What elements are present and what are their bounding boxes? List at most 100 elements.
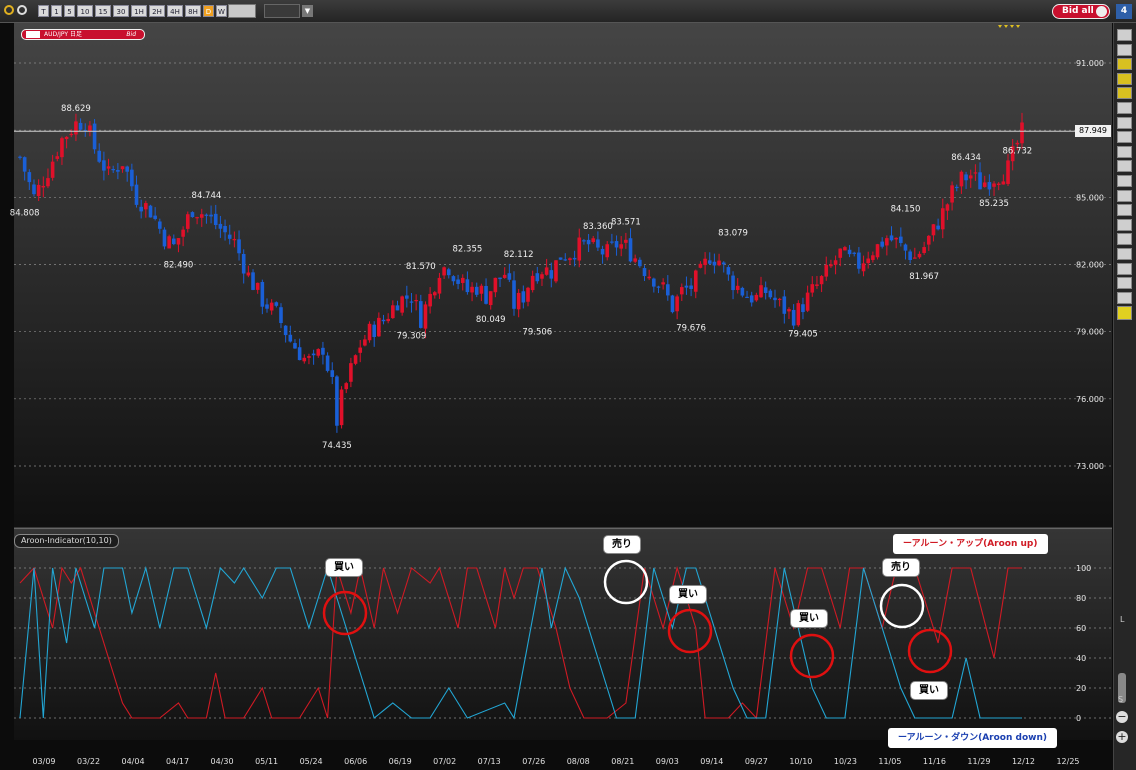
scale-l-icon[interactable]: L [1120, 615, 1124, 624]
tab-number-badge[interactable]: 4 [1116, 4, 1132, 19]
drawing-tool-button[interactable] [1117, 233, 1132, 246]
drawing-tool-button[interactable] [1117, 160, 1132, 173]
candle-body [582, 240, 586, 242]
candle-body [316, 349, 321, 356]
date-tick-label: 10/10 [789, 757, 812, 766]
candle-body [787, 309, 791, 312]
candle-body [46, 178, 50, 187]
candle-body [815, 284, 819, 286]
drawing-tool-button[interactable] [1117, 43, 1132, 56]
drawing-tool-button[interactable] [1117, 204, 1132, 217]
drawing-tool-button[interactable] [1117, 131, 1132, 144]
candle-body [605, 244, 610, 258]
candle-body [36, 184, 41, 197]
drawing-tool-button[interactable] [1117, 277, 1132, 290]
scale-s-icon[interactable]: S [1118, 695, 1123, 704]
candle-body [777, 298, 782, 301]
candle-body [656, 286, 661, 288]
drawing-tool-button[interactable] [1117, 58, 1132, 71]
date-tick-label: 06/19 [389, 757, 412, 766]
candle-body [824, 264, 829, 277]
candle-body [88, 125, 92, 132]
candle-body [796, 303, 801, 326]
candle-body [311, 353, 316, 356]
drawing-tool-button[interactable] [1117, 87, 1132, 100]
drawing-tool-button[interactable] [1117, 291, 1132, 304]
candle-body [470, 286, 474, 293]
candle-body [381, 319, 386, 322]
candle-body [125, 166, 129, 172]
instrument-label[interactable]: AUD/JPY 日足 Bid [21, 29, 145, 40]
indicator-label[interactable]: Aroon-Indicator(10,10) [14, 534, 119, 548]
candle-body [754, 294, 759, 301]
drawing-tool-button[interactable] [1117, 145, 1132, 158]
zoom-out-icon[interactable]: − [1116, 711, 1128, 723]
candle-body [363, 339, 367, 346]
drawing-tool-button[interactable] [1117, 248, 1132, 260]
candle-body [181, 229, 185, 237]
candle-body [833, 260, 838, 265]
price-label: 82.490 [164, 261, 194, 271]
candle-body [241, 253, 246, 274]
candle-body [171, 238, 176, 245]
candle-body [880, 241, 884, 247]
candle-body [512, 280, 516, 309]
candle-body [791, 309, 796, 326]
candle-body [978, 172, 982, 190]
date-tick-label: 03/22 [77, 757, 100, 766]
indicator-tick-label: 0 [1076, 714, 1081, 723]
date-tick-label: 07/13 [478, 757, 501, 766]
candle-body [223, 225, 227, 233]
candle-body [829, 264, 833, 267]
date-tick-label: 04/30 [211, 757, 234, 766]
candle-body [358, 347, 363, 353]
drawing-tool-button[interactable] [1117, 262, 1132, 275]
price-and-indicator-chart: 73.000 76.000 79.000 82.000 85.000 91.000 84.… [10, 23, 1112, 766]
drawing-tool-button[interactable] [1117, 102, 1132, 114]
candle-body [237, 239, 241, 254]
drawing-tool-button[interactable] [1117, 218, 1132, 231]
candle-body [638, 259, 642, 267]
candle-body [857, 252, 861, 269]
candle-body [726, 267, 731, 275]
candle-body [959, 171, 964, 187]
price-label: 79.506 [522, 327, 552, 337]
candle-body [852, 252, 857, 254]
drawing-tool-button[interactable] [1117, 29, 1132, 41]
signal-label-buy: 買い [325, 558, 363, 577]
candle-body [297, 347, 302, 361]
drawing-tool-button[interactable] [1117, 116, 1132, 129]
candle-body [353, 355, 358, 364]
candle-body [204, 214, 209, 216]
candle-body [92, 123, 97, 150]
candle-body [554, 260, 558, 282]
price-label: 85.235 [979, 199, 1009, 209]
price-tick-label: 79.000 [1076, 328, 1104, 337]
current-price-tag: 87.949 [1075, 125, 1111, 137]
drawing-tool-button[interactable] [1117, 306, 1132, 321]
candle-body [158, 221, 162, 229]
candle-body [693, 270, 698, 292]
candle-body [437, 277, 442, 294]
signal-label-buy: 買い [669, 585, 707, 604]
date-tick-label: 09/14 [700, 757, 723, 766]
candle-body [185, 214, 190, 229]
signal-label-buy: 買い [790, 609, 828, 628]
candle-body [41, 185, 46, 188]
candle-body [707, 260, 712, 264]
drawing-tool-button[interactable] [1117, 72, 1132, 85]
candle-body [666, 284, 670, 296]
date-tick-label: 07/26 [522, 757, 545, 766]
date-tick-label: 09/27 [745, 757, 768, 766]
candle-body [866, 258, 871, 264]
candle-body [335, 376, 339, 426]
candle-body [302, 357, 307, 362]
candle-body [568, 258, 572, 261]
zoom-in-icon[interactable]: + [1116, 731, 1128, 743]
drawing-tool-button[interactable] [1117, 189, 1132, 202]
drawing-tool-button[interactable] [1117, 175, 1132, 187]
indicator-tick-label: 60 [1076, 624, 1086, 633]
candle-body [60, 138, 64, 158]
candle-body [153, 215, 157, 219]
candle-body [97, 150, 102, 162]
